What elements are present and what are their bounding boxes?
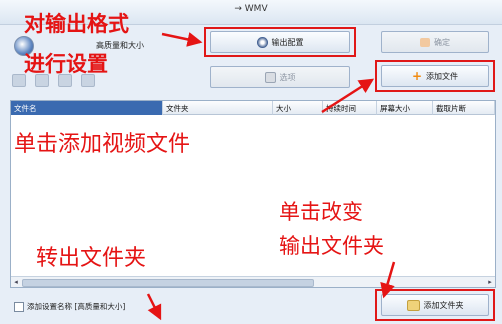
annotation-arrows — [146, 32, 396, 321]
arrow-to-output-folder — [146, 293, 162, 321]
arrow-to-output-config — [161, 32, 203, 47]
arrow-to-add-folder — [380, 261, 396, 299]
arrow-to-add-file — [321, 78, 375, 114]
